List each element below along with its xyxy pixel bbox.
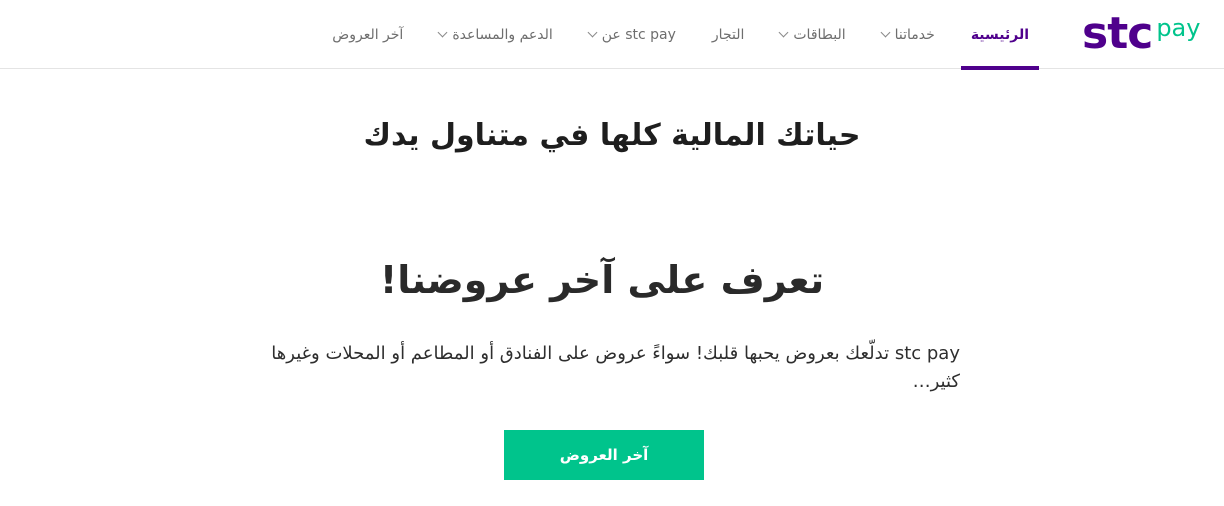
chevron-down-icon — [437, 27, 448, 38]
nav-item-services[interactable]: خدماتنا — [872, 0, 945, 69]
nav-item-label: التجار — [711, 26, 745, 43]
nav-item-label: الدعم والمساعدة — [452, 26, 553, 43]
nav-item-label: البطاقات — [793, 26, 846, 43]
latest-offers-button[interactable]: آخر العروض — [504, 430, 704, 480]
chevron-down-icon — [587, 27, 598, 38]
chevron-down-icon — [778, 27, 789, 38]
offers-description: stc pay تدلّعك بعروض يحبها قلبك! سواءً ع… — [271, 343, 960, 392]
chevron-down-icon — [880, 27, 891, 38]
logo-wordmark-stc: stc — [1082, 8, 1153, 59]
main-nav: الرئيسية خدماتنا البطاقات التجار عن stc … — [306, 0, 1040, 70]
logo-wordmark-pay: pay — [1156, 14, 1201, 42]
nav-item-label: آخر العروض — [332, 26, 404, 43]
nav-item-support[interactable]: الدعم والمساعدة — [429, 0, 562, 69]
nav-item-label: الرئيسية — [970, 26, 1029, 43]
nav-item-about[interactable]: عن stc pay — [579, 0, 686, 69]
nav-item-merchants[interactable]: التجار — [702, 0, 754, 69]
stc-pay-logo[interactable]: stc pay — [1082, 8, 1222, 59]
offers-title: تعرف على آخر عروضنا! — [379, 258, 825, 302]
hero-title: حياتك المالية كلها في متناول يدك — [363, 118, 861, 153]
nav-item-label: خدماتنا — [894, 26, 935, 43]
nav-item-latest-offers[interactable]: آخر العروض — [322, 0, 413, 69]
site-header: الرئيسية خدماتنا البطاقات التجار عن stc … — [0, 0, 1224, 70]
nav-item-home[interactable]: الرئيسية — [960, 0, 1040, 70]
nav-item-label: عن stc pay — [601, 26, 676, 43]
nav-item-cards[interactable]: البطاقات — [770, 0, 855, 69]
